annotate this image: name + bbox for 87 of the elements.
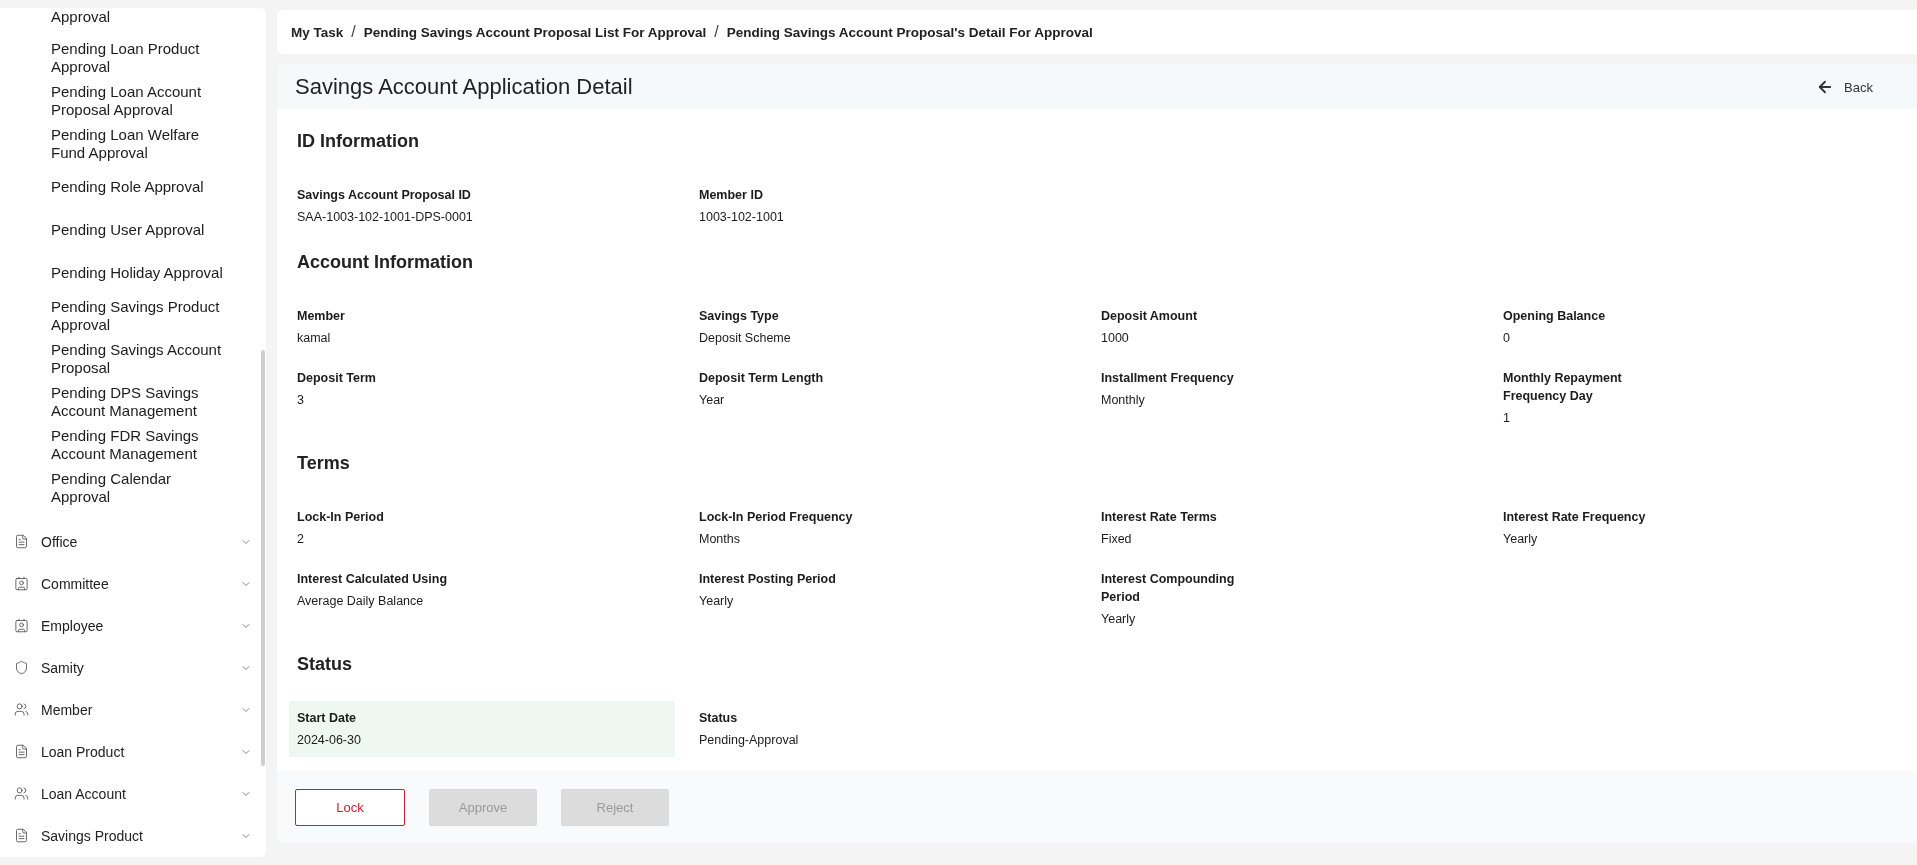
field-value: Deposit Scheme (699, 330, 792, 347)
sidebar-subitem[interactable]: Approval (0, 8, 266, 26)
field-value: 2 (297, 531, 305, 548)
sidebar-item-label: Loan Account (41, 785, 127, 802)
field-value: Months (699, 531, 741, 548)
sidebar-subitem[interactable]: Pending FDR Savings Account Management (0, 423, 266, 466)
sidebar-item[interactable]: Employee (0, 604, 266, 647)
section-title: Terms (296, 452, 351, 475)
field-label: Opening Balance (1503, 308, 1607, 325)
field-label: Installment Frequency (1101, 370, 1235, 387)
sidebar-item[interactable]: Member (0, 688, 266, 731)
field-value: kamal (297, 330, 332, 347)
field-label: Savings Type (699, 308, 780, 325)
field-value: Yearly (1101, 611, 1137, 628)
sidebar-subitem[interactable]: Pending Calendar Approval (0, 466, 266, 509)
sidebar-item[interactable]: Committee (0, 562, 266, 605)
field-label: Lock-In Period Frequency (699, 509, 854, 526)
sidebar-subitem[interactable]: Pending Savings Account Proposal (0, 337, 266, 380)
field-label: Deposit Term (297, 370, 377, 387)
sidebar-item[interactable]: Office (0, 520, 266, 563)
sidebar-subitem[interactable]: Pending Role Approval (0, 165, 266, 208)
document-icon (14, 744, 29, 760)
sidebar-item-label: Office (41, 533, 79, 550)
field-label: Monthly Repayment Frequency Day (1503, 370, 1623, 405)
field-label: Member (297, 308, 346, 325)
sidebar-subitem[interactable]: Pending Savings Product Approval (0, 294, 266, 337)
sidebar-subitem[interactable]: Pending Holiday Approval (0, 251, 266, 294)
field-value: 1 (1503, 410, 1511, 427)
field-value: 1000 (1101, 330, 1130, 347)
field-value: Pending-Approval (699, 732, 800, 749)
people-icon (14, 786, 29, 802)
field-label: Start Date (297, 710, 358, 727)
document-icon (14, 534, 29, 550)
sidebar-subitem[interactable]: Pending Loan Product Approval (0, 36, 266, 79)
field-value: Yearly (1503, 531, 1539, 548)
field-value: Fixed (1101, 531, 1133, 548)
contact-card-icon (14, 576, 29, 592)
field-value: 2024-06-30 (297, 732, 362, 749)
field-label: Interest Posting Period (699, 571, 837, 588)
sidebar-item-label: Committee (41, 575, 110, 592)
field-value: 1003-102-1001 (699, 209, 785, 226)
field-label: Status (699, 710, 739, 727)
breadcrumb-link[interactable]: My Task (291, 24, 344, 40)
field-label: Interest Calculated Using (297, 571, 449, 588)
breadcrumb-separator: / (714, 23, 719, 41)
breadcrumb-separator: / (351, 23, 356, 41)
field-value: SAA-1003-102-1001-DPS-0001 (297, 209, 474, 226)
sidebar-item-label: Loan Product (41, 743, 126, 760)
field-label: Savings Account Proposal ID (297, 187, 472, 204)
section-title: Account Information (296, 251, 474, 274)
sidebar-item[interactable]: Loan Product (0, 730, 266, 773)
people-icon (14, 702, 29, 718)
contact-card-icon (14, 618, 29, 634)
field-value: Monthly (1101, 392, 1146, 409)
breadcrumb-link[interactable]: Pending Savings Account Proposal's Detail For Approval (726, 24, 1093, 40)
sidebar-item-label: Member (41, 701, 94, 718)
section-title: Status (296, 653, 353, 676)
field-value: Year (699, 392, 726, 409)
field-label: Member ID (699, 187, 764, 204)
sidebar-item-label: Employee (41, 617, 105, 634)
field-value: Yearly (699, 593, 735, 610)
section-title: ID Information (296, 130, 420, 153)
sidebar-item-label: Samity (41, 659, 85, 676)
field-label: Interest Rate Frequency (1503, 509, 1647, 526)
back-button[interactable]: Back (1812, 74, 1897, 100)
sidebar-item[interactable]: Loan Account (0, 772, 266, 815)
field-label: Deposit Term Length (699, 370, 825, 387)
shield-icon (14, 660, 29, 676)
breadcrumb-link[interactable]: Pending Savings Account Proposal List For Approval (363, 24, 707, 40)
field-label: Interest Compounding Period (1101, 571, 1236, 606)
field-value: 3 (297, 392, 305, 409)
field-label: Deposit Amount (1101, 308, 1199, 325)
page-title: Savings Account Application Detail (295, 74, 633, 100)
document-icon (14, 828, 29, 844)
sidebar-item-label: Savings Product (41, 827, 144, 844)
field-value: Average Daily Balance (297, 593, 425, 610)
sidebar-item[interactable]: Savings Product (0, 814, 266, 857)
sidebar-item[interactable]: Samity (0, 646, 266, 689)
sidebar-subitem[interactable]: Pending DPS Savings Account Management (0, 380, 266, 423)
scrollbar-thumb[interactable] (261, 350, 265, 766)
sidebar-subitem[interactable]: Pending Loan Welfare Fund Approval (0, 122, 266, 165)
field-label: Lock-In Period (297, 509, 385, 526)
action-button[interactable]: Lock (295, 788, 405, 826)
field-value: 0 (1503, 330, 1511, 347)
sidebar-subitem[interactable]: Pending Loan Account Proposal Approval (0, 79, 266, 122)
sidebar-subitem[interactable]: Pending User Approval (0, 208, 266, 251)
field-label: Interest Rate Terms (1101, 509, 1218, 526)
